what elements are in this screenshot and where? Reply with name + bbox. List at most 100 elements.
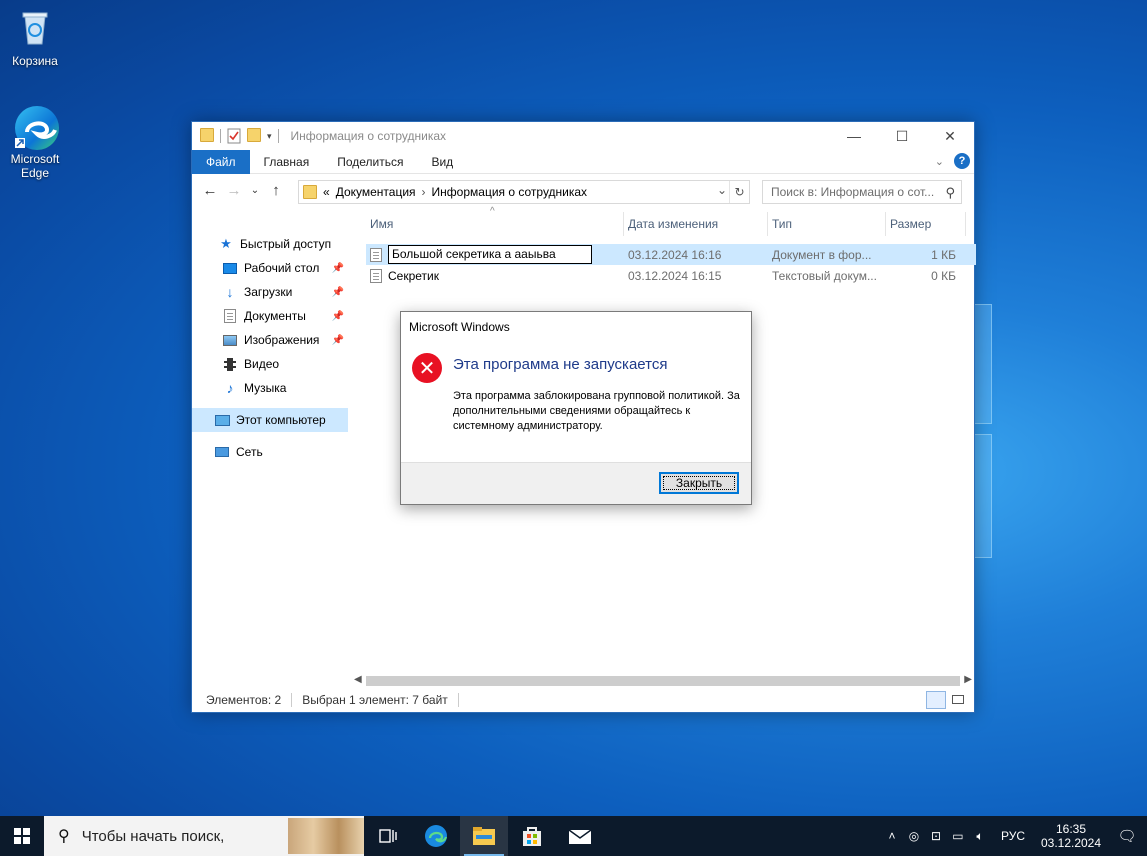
start-button[interactable] — [0, 816, 44, 856]
help-icon[interactable]: ? — [954, 153, 970, 169]
large-icons-view-icon[interactable] — [948, 691, 968, 709]
text-file-icon — [370, 268, 382, 283]
tab-view[interactable]: Вид — [417, 150, 467, 174]
back-arrow-icon[interactable]: ← — [200, 179, 220, 201]
tab-home[interactable]: Главная — [250, 150, 324, 174]
tab-share[interactable]: Поделиться — [323, 150, 417, 174]
file-explorer-icon[interactable] — [460, 816, 508, 856]
chevron-up-icon[interactable]: ˄ — [881, 829, 903, 843]
column-header-type[interactable]: Тип — [768, 212, 886, 236]
customize-toolbar-icon[interactable]: ▾ — [267, 131, 272, 142]
selection-info: Выбран 1 элемент: 7 байт — [302, 693, 448, 707]
taskbar-search-input[interactable]: Чтобы начать поиск, — [82, 828, 225, 845]
horizontal-scrollbar[interactable]: ◀ ▶ — [352, 674, 974, 688]
separator — [457, 693, 459, 707]
file-date: 03.12.2024 16:16 — [628, 247, 722, 262]
pin-icon[interactable]: 📌 — [332, 335, 344, 346]
breadcrumb-item[interactable]: Информация о сотрудниках — [432, 185, 588, 199]
refresh-icon[interactable]: ↻ — [729, 181, 749, 203]
column-header-date[interactable]: Дата изменения — [624, 212, 768, 236]
expand-ribbon-icon[interactable]: ⌄ — [935, 155, 944, 168]
search-input[interactable]: Поиск в: Информация о сот... — [771, 185, 934, 199]
desktop-icon-label: Microsoft Edge — [10, 152, 60, 180]
people-icon[interactable]: ◎ — [903, 829, 925, 843]
close-dialog-button[interactable]: Закрыть — [659, 472, 739, 494]
details-view-icon[interactable] — [926, 691, 946, 709]
system-tray: ˄ ◎ ⊡ ▭ 🔈︎ РУС 16:35 03.12.2024 🗨︎ — [881, 816, 1147, 856]
search-box[interactable]: Поиск в: Информация о сот... ⚲ — [762, 180, 962, 204]
desktop-icon-recycle-bin[interactable]: Корзина — [0, 6, 70, 68]
sidebar-item-label: Рабочий стол — [244, 261, 320, 275]
new-folder-icon[interactable] — [247, 128, 261, 144]
column-header-size[interactable]: Размер — [886, 212, 966, 236]
sidebar-item-downloads[interactable]: ↓ Загрузки 📌 — [192, 280, 348, 304]
file-size: 1 КБ — [931, 247, 956, 262]
properties-icon[interactable] — [227, 128, 241, 144]
language-indicator[interactable]: РУС — [1001, 829, 1025, 843]
item-count: Элементов: 2 — [206, 693, 282, 707]
task-view-icon[interactable] — [364, 816, 412, 856]
sidebar-item-desktop[interactable]: Рабочий стол 📌 — [192, 256, 348, 280]
folder-icon — [200, 128, 214, 144]
edge-icon[interactable] — [412, 816, 460, 856]
clock[interactable]: 16:35 03.12.2024 — [1035, 822, 1107, 850]
monitor-icon[interactable]: ▭ — [947, 829, 969, 843]
dialog-message: Эта программа заблокирована групповой по… — [453, 390, 740, 432]
error-icon: ✕ — [412, 353, 442, 383]
star-icon: ★ — [220, 236, 232, 251]
breadcrumb-item[interactable]: Документация — [336, 185, 416, 199]
title-bar[interactable]: ▾ Информация о сотрудниках — ☐ ✕ — [192, 122, 974, 150]
document-icon — [222, 309, 238, 323]
search-icon: ⚲ — [58, 828, 70, 845]
store-icon[interactable] — [508, 816, 556, 856]
network-tray-icon[interactable]: ⊡ — [925, 829, 947, 843]
sidebar-item-label: Сеть — [236, 445, 263, 459]
scrollbar-thumb[interactable] — [366, 676, 960, 686]
forward-arrow-icon[interactable]: → — [224, 179, 244, 201]
table-row[interactable]: Большой секретика а ааыьва 03.12.2024 16… — [366, 244, 976, 265]
up-arrow-icon[interactable]: ↑ — [266, 179, 286, 201]
sidebar-item-label: Видео — [244, 357, 280, 371]
separator — [277, 129, 279, 143]
sidebar-item-network[interactable]: Сеть — [192, 440, 348, 464]
rename-input[interactable]: Большой секретика а ааыьва — [388, 245, 592, 264]
scroll-right-icon[interactable]: ▶ — [964, 674, 972, 685]
table-row[interactable]: Секретик 03.12.2024 16:15 Текстовый доку… — [366, 265, 976, 286]
scroll-left-icon[interactable]: ◀ — [354, 674, 362, 685]
volume-icon[interactable]: 🔈︎ — [969, 829, 991, 844]
chevron-right-icon[interactable]: › — [422, 185, 426, 199]
pin-icon[interactable]: 📌 — [332, 263, 344, 274]
recent-locations-icon[interactable]: ⌄ — [248, 179, 262, 201]
taskbar-search[interactable]: ⚲ Чтобы начать поиск, — [44, 816, 364, 856]
sidebar-item-quick-access[interactable]: ★ Быстрый доступ — [192, 232, 348, 256]
notifications-icon[interactable]: 🗨︎ — [1107, 827, 1147, 845]
folder-icon — [303, 185, 317, 199]
edge-icon — [13, 104, 59, 150]
tab-file[interactable]: Файл — [192, 149, 250, 174]
address-bar[interactable]: « Документация › Информация о сотрудника… — [298, 180, 750, 204]
address-overflow[interactable]: « — [323, 185, 330, 199]
sidebar-item-pictures[interactable]: Изображения 📌 — [192, 328, 348, 352]
sidebar-item-videos[interactable]: Видео — [192, 352, 348, 376]
column-header-name[interactable]: Имя — [366, 212, 624, 236]
sidebar-item-label: Этот компьютер — [236, 413, 326, 427]
network-icon — [214, 445, 230, 459]
clock-time: 16:35 — [1055, 822, 1087, 836]
chevron-down-icon[interactable]: ⌄ — [717, 183, 727, 197]
close-button[interactable]: ✕ — [926, 122, 974, 150]
desktop-icon-edge[interactable]: Microsoft Edge — [0, 104, 70, 180]
maximize-button[interactable]: ☐ — [878, 122, 926, 150]
mail-icon[interactable] — [556, 816, 604, 856]
sidebar-item-label: Загрузки — [244, 285, 293, 299]
sidebar-item-this-pc[interactable]: Этот компьютер — [192, 408, 348, 432]
ribbon: Файл Главная Поделиться Вид ⌄ ? — [192, 149, 974, 174]
pin-icon[interactable]: 📌 — [332, 287, 344, 298]
pin-icon[interactable]: 📌 — [332, 311, 344, 322]
sidebar-item-label: Документы — [244, 309, 306, 323]
file-type: Текстовый докум... — [772, 268, 877, 283]
search-icon: ⚲ — [945, 185, 955, 200]
minimize-button[interactable]: — — [830, 122, 878, 150]
computer-icon — [214, 413, 230, 427]
sidebar-item-music[interactable]: ♪ Музыка — [192, 376, 348, 400]
sidebar-item-documents[interactable]: Документы 📌 — [192, 304, 348, 328]
